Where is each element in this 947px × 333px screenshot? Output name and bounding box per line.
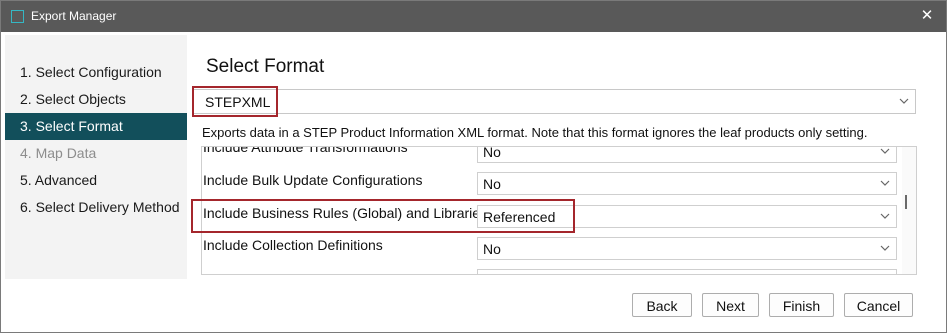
option-dropdown[interactable]: No	[477, 146, 897, 163]
export-manager-window: Export Manager ✕ 1. Select Configuration…	[0, 0, 947, 333]
page-title: Select Format	[206, 56, 325, 77]
chevron-down-icon	[899, 98, 909, 104]
app-icon	[11, 10, 24, 23]
option-dropdown-value: No	[483, 146, 501, 160]
chevron-down-icon	[880, 180, 890, 186]
option-dropdown-value: No	[483, 241, 501, 257]
wizard-steps-sidebar: 1. Select Configuration 2. Select Object…	[5, 35, 187, 279]
format-dropdown[interactable]: STEPXML	[193, 89, 916, 114]
finish-button[interactable]: Finish	[769, 293, 834, 317]
option-dropdown-value: No	[483, 176, 501, 192]
step-advanced[interactable]: 5. Advanced	[5, 167, 187, 194]
back-button[interactable]: Back	[632, 293, 692, 317]
next-button[interactable]: Next	[702, 293, 759, 317]
step-select-format[interactable]: 3. Select Format	[5, 113, 187, 140]
chevron-down-icon	[880, 213, 890, 219]
option-dropdown[interactable]: No	[477, 172, 897, 195]
format-description: Exports data in a STEP Product Informati…	[202, 125, 868, 140]
option-dropdown[interactable]: No	[477, 237, 897, 260]
step-select-objects[interactable]: 2. Select Objects	[5, 86, 187, 113]
title-bar: Export Manager ✕	[1, 1, 946, 32]
window-title: Export Manager	[31, 9, 117, 23]
step-select-configuration[interactable]: 1. Select Configuration	[5, 59, 187, 86]
chevron-down-icon	[880, 148, 890, 154]
option-label: Include Collection Definitions	[203, 237, 383, 253]
options-scrollbar[interactable]	[902, 147, 916, 274]
close-icon[interactable]: ✕	[917, 6, 937, 26]
option-dropdown[interactable]	[477, 269, 897, 274]
step-select-delivery-method[interactable]: 6. Select Delivery Method	[5, 194, 187, 221]
option-label: Include Attribute Transformations	[203, 146, 408, 155]
chevron-down-icon	[880, 245, 890, 251]
step-map-data: 4. Map Data	[20, 145, 97, 161]
business-rules-highlight-box	[191, 199, 575, 233]
option-label: Include Bulk Update Configurations	[203, 172, 423, 188]
scrollbar-thumb[interactable]	[905, 195, 907, 209]
format-highlight-box	[192, 86, 278, 117]
cancel-button[interactable]: Cancel	[844, 293, 913, 317]
